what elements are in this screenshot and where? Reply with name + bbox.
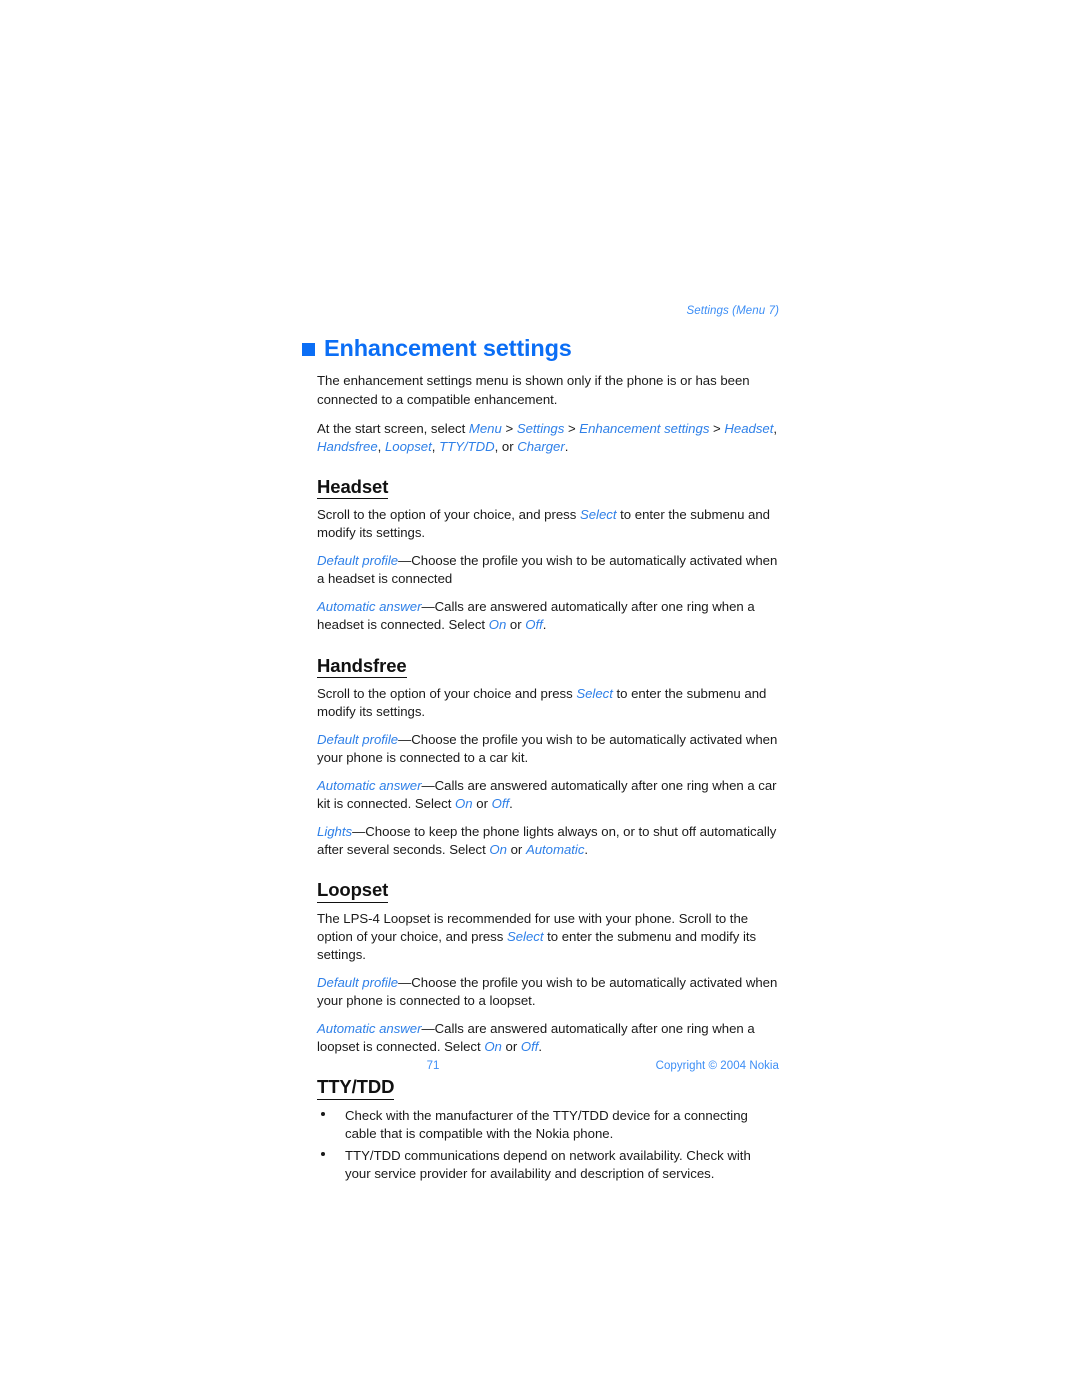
path-comma-2: , <box>377 438 385 454</box>
path-or: , or <box>494 438 518 454</box>
loopset-p3-period: . <box>538 1039 543 1055</box>
loopset-p1-select: Select <box>506 928 544 944</box>
section-heading-handsfree: Handsfree <box>317 655 779 678</box>
headset-option-off: Off <box>525 617 543 633</box>
path-comma-1: , <box>773 420 778 436</box>
section-heading-headset-text: Headset <box>317 476 388 500</box>
list-item: Check with the manufacturer of the TTY/T… <box>317 1107 779 1143</box>
document-page: Settings (Menu 7) Enhancement settings T… <box>0 0 1080 1397</box>
path-item-enhancement-settings: Enhancement settings <box>579 420 710 436</box>
path-comma-3: , <box>431 438 440 454</box>
section-heading-headset: Headset <box>317 476 779 500</box>
path-item-tty-tdd: TTY/TDD <box>439 438 495 454</box>
path-item-loopset: Loopset <box>384 438 432 454</box>
loopset-intro-paragraph: The LPS-4 Loopset is recommended for use… <box>317 910 779 964</box>
path-item-handsfree: Handsfree <box>317 438 378 454</box>
handsfree-lights-option-on: On <box>489 842 507 858</box>
handsfree-p3-period: . <box>509 796 513 812</box>
list-item: TTY/TDD communications depend on network… <box>317 1147 779 1183</box>
path-period: . <box>564 438 569 454</box>
handsfree-p3-or: or <box>472 796 492 812</box>
handsfree-term-automatic-answer: Automatic answer <box>317 778 422 794</box>
section-heading-handsfree-text: Handsfree <box>317 655 407 678</box>
page-number: 71 <box>426 1060 440 1072</box>
loopset-automatic-answer-paragraph: Automatic answer—Calls are answered auto… <box>317 1020 779 1056</box>
chapter-title-text: Enhancement settings <box>324 334 572 361</box>
tty-tdd-bullet-list: Check with the manufacturer of the TTY/T… <box>317 1107 779 1183</box>
handsfree-lights-paragraph: Lights—Choose to keep the phone lights a… <box>317 823 779 859</box>
headset-p3-period: . <box>542 617 547 633</box>
list-item-text: Check with the manufacturer of the TTY/T… <box>345 1107 748 1141</box>
list-item-text: TTY/TDD communications depend on network… <box>345 1147 751 1181</box>
headset-option-on: On <box>488 617 507 633</box>
page-footer: 71 Copyright © 2004 Nokia <box>317 1060 779 1072</box>
running-header: Settings (Menu 7) <box>686 305 779 317</box>
menu-path-paragraph: At the start screen, select Menu > Setti… <box>317 420 779 456</box>
handsfree-option-off: Off <box>491 796 510 812</box>
headset-p1-select: Select <box>579 507 617 523</box>
handsfree-term-default-profile: Default profile <box>317 731 399 747</box>
square-bullet-icon <box>302 343 315 357</box>
section-heading-loopset-text: Loopset <box>317 879 388 903</box>
handsfree-automatic-answer-paragraph: Automatic answer—Calls are answered auto… <box>317 777 779 813</box>
handsfree-p4-or: or <box>506 842 526 858</box>
handsfree-option-on: On <box>455 796 473 812</box>
path-sep-3: > <box>709 420 725 436</box>
loopset-p3-or: or <box>501 1039 521 1055</box>
headset-p3-or: or <box>506 617 526 633</box>
loopset-term-default-profile: Default profile <box>317 974 399 990</box>
headset-p1-a: Scroll to the option of your choice, and… <box>317 507 580 523</box>
handsfree-term-lights: Lights <box>317 824 353 840</box>
path-item-settings: Settings <box>516 420 565 436</box>
loopset-option-off: Off <box>520 1039 539 1055</box>
path-item-menu: Menu <box>468 420 502 436</box>
chapter-title: Enhancement settings <box>302 334 779 362</box>
path-lead: At the start screen, select <box>317 420 469 436</box>
loopset-default-profile-paragraph: Default profile—Choose the profile you w… <box>317 974 779 1010</box>
headset-automatic-answer-paragraph: Automatic answer—Calls are answered auto… <box>317 598 779 634</box>
bullet-dot-icon <box>321 1112 325 1117</box>
handsfree-default-profile-paragraph: Default profile—Choose the profile you w… <box>317 731 779 767</box>
handsfree-p4-period: . <box>584 842 589 858</box>
handsfree-p1-select: Select <box>576 685 613 701</box>
section-heading-loopset: Loopset <box>317 879 779 903</box>
headset-intro-paragraph: Scroll to the option of your choice, and… <box>317 506 779 542</box>
intro-paragraph: The enhancement settings menu is shown o… <box>317 373 750 407</box>
copyright-notice: Copyright © 2004 Nokia <box>655 1060 779 1072</box>
headset-default-profile-paragraph: Default profile—Choose the profile you w… <box>317 552 779 588</box>
handsfree-intro-paragraph: Scroll to the option of your choice and … <box>317 685 779 721</box>
path-item-charger: Charger <box>517 438 565 454</box>
handsfree-p1-a: Scroll to the option of your choice and … <box>317 685 577 701</box>
headset-term-default-profile: Default profile <box>317 553 399 569</box>
page-content: Settings (Menu 7) Enhancement settings T… <box>302 305 779 1187</box>
loopset-option-on: On <box>484 1039 502 1055</box>
handsfree-lights-option-automatic: Automatic <box>525 842 585 858</box>
path-sep-2: > <box>564 420 580 436</box>
headset-term-automatic-answer: Automatic answer <box>317 599 422 615</box>
path-item-headset: Headset <box>724 420 774 436</box>
bullet-dot-icon <box>321 1152 325 1157</box>
loopset-term-automatic-answer: Automatic answer <box>317 1021 422 1037</box>
path-sep-1: > <box>501 420 517 436</box>
section-heading-tty-tdd: TTY/TDD <box>317 1076 779 1100</box>
section-heading-tty-tdd-text: TTY/TDD <box>317 1076 395 1100</box>
